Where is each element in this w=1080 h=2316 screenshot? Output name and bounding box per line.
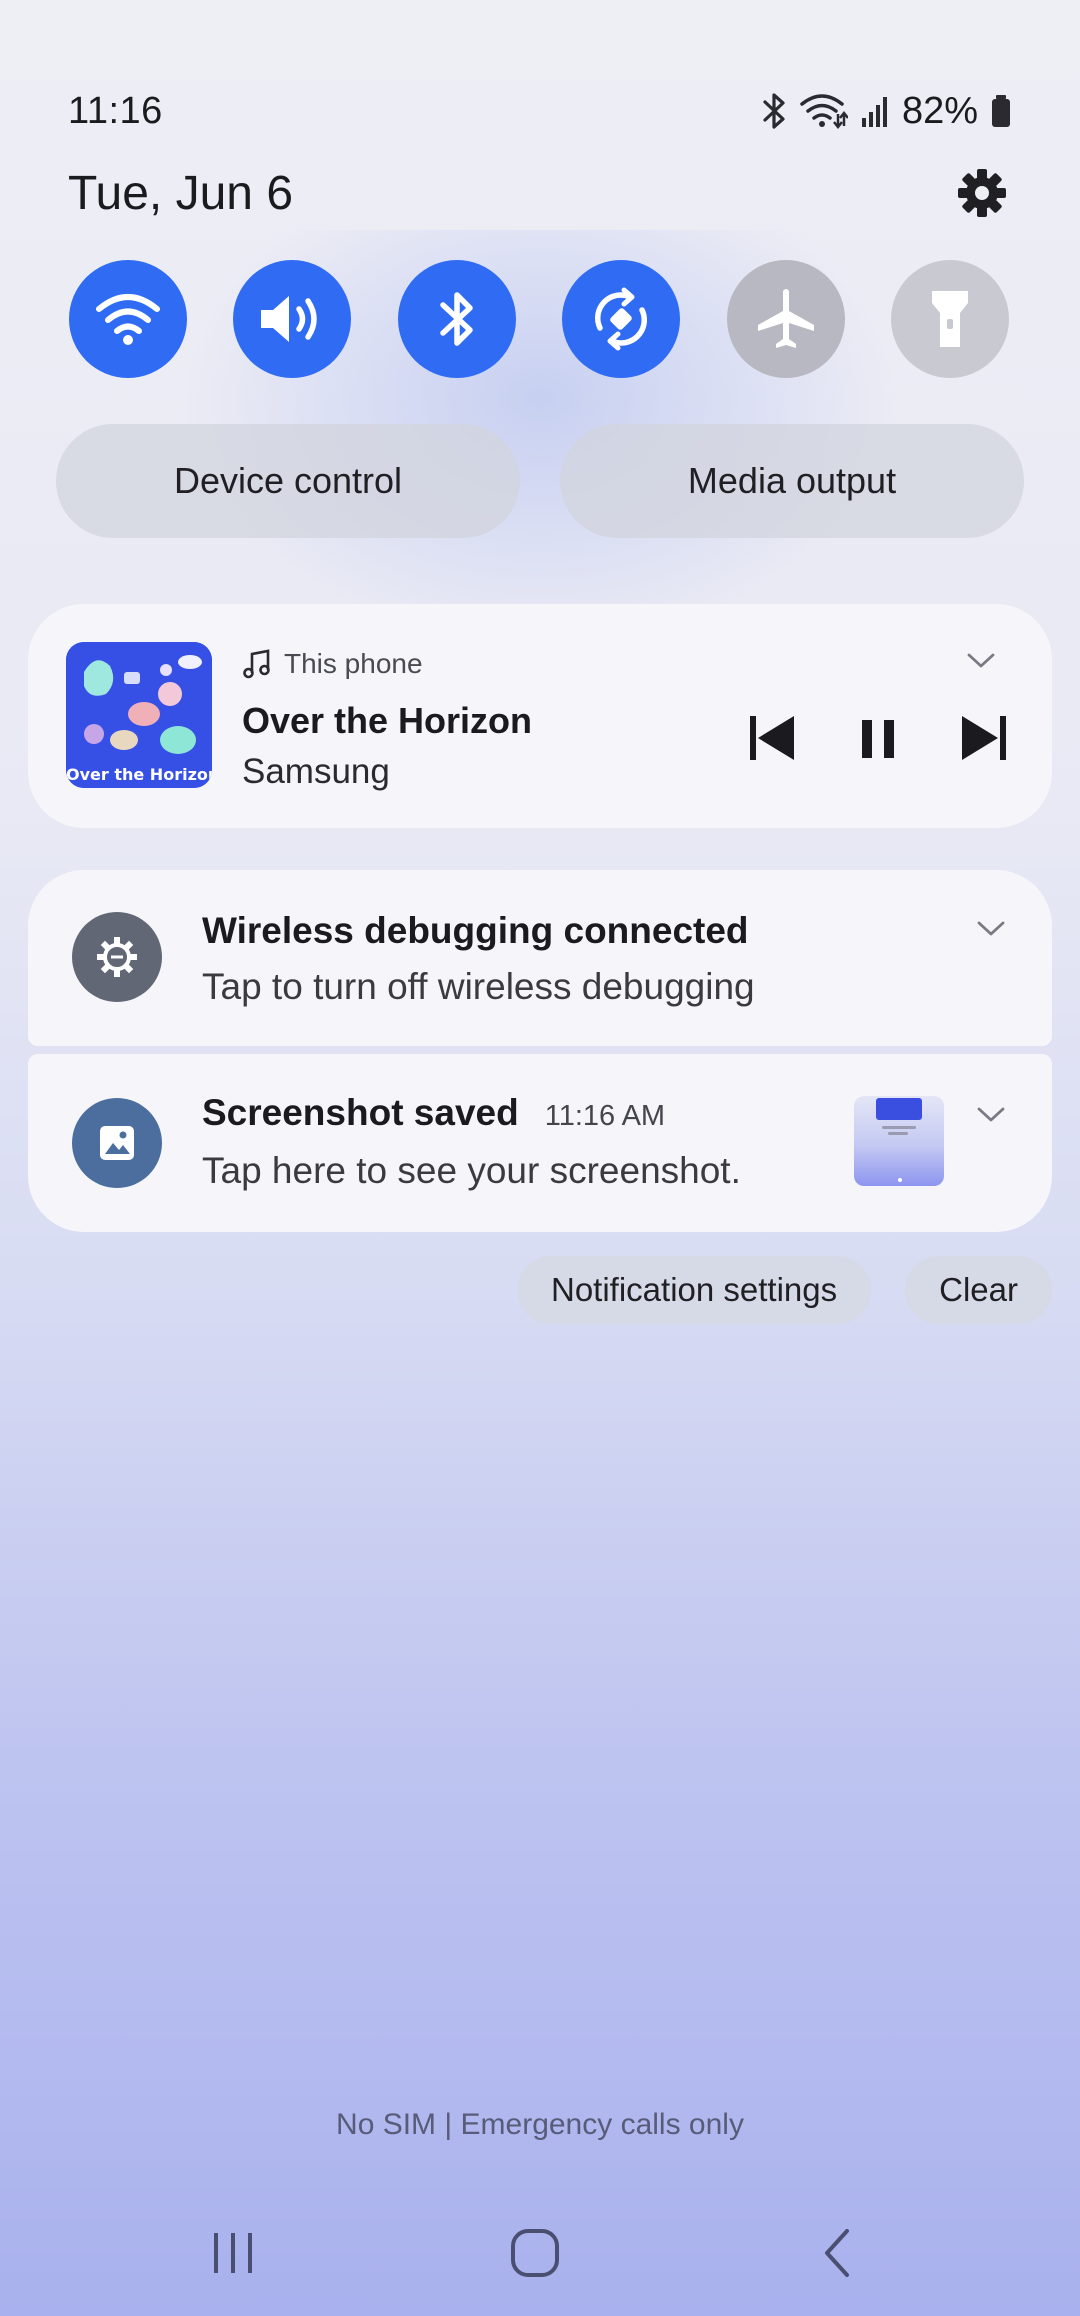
gear-icon: [958, 169, 1006, 217]
media-title: Over the Horizon: [242, 700, 533, 741]
media-source: This phone: [242, 648, 423, 680]
toggle-wifi[interactable]: [69, 260, 187, 378]
navigation-bar: [0, 2218, 1080, 2288]
status-icons: 82%: [762, 90, 1012, 133]
back-button[interactable]: [792, 2218, 882, 2288]
bluetooth-status-icon: [763, 93, 785, 129]
notification-list: Wireless debugging connected Tap to turn…: [28, 870, 1052, 1232]
album-art: Over the Horizon: [66, 642, 212, 788]
notification-wireless-debugging[interactable]: Wireless debugging connected Tap to turn…: [28, 870, 1052, 1046]
quick-toggles: [69, 260, 1009, 378]
status-bar: 11:16 82%: [68, 84, 1012, 138]
chevron-down-icon: [967, 653, 995, 668]
back-icon: [825, 2229, 849, 2277]
sound-icon: [261, 296, 318, 342]
notification-text: Tap here to see your screenshot.: [202, 1150, 741, 1191]
clock: 11:16: [68, 89, 163, 132]
notification-screenshot-saved[interactable]: Screenshot saved 11:16 AM Tap here to se…: [28, 1054, 1052, 1232]
pause-button[interactable]: [858, 712, 898, 769]
pause-icon: [862, 720, 894, 758]
carrier-status: No SIM | Emergency calls only: [336, 2108, 744, 2141]
signal-icon: [861, 97, 887, 127]
notification-expand-button[interactable]: [976, 920, 1006, 943]
date-row: Tue, Jun 6: [68, 160, 1012, 226]
media-controls: [746, 712, 1010, 769]
toggle-flashlight[interactable]: [890, 260, 1009, 378]
battery-icon: [992, 95, 1010, 127]
chevron-down-icon: [977, 921, 1005, 936]
airplane-mode-icon: [757, 289, 814, 348]
device-control-button[interactable]: Device control: [56, 424, 520, 538]
wifi-data-icon: [800, 94, 848, 130]
date-label: Tue, Jun 6: [68, 166, 294, 220]
skip-next-icon: [962, 716, 1006, 760]
recent-apps-icon: [214, 2233, 252, 2273]
media-artist: Samsung: [242, 752, 390, 791]
notification-title: Wireless debugging connected: [202, 910, 749, 951]
media-player-card[interactable]: Over the Horizon This phone Over the Hor…: [28, 604, 1052, 828]
album-art-caption: Over the Horizon: [66, 765, 212, 784]
notification-actions: Notification settings Clear: [517, 1256, 1052, 1324]
toggle-auto-rotate[interactable]: [562, 260, 681, 378]
home-button[interactable]: [490, 2218, 580, 2288]
next-button[interactable]: [958, 712, 1010, 769]
toggle-bluetooth[interactable]: [397, 260, 516, 378]
previous-button[interactable]: [746, 712, 798, 769]
clear-button[interactable]: Clear: [905, 1256, 1052, 1324]
notification-settings-button[interactable]: Notification settings: [517, 1256, 872, 1324]
settings-button[interactable]: [952, 163, 1012, 223]
image-icon: [100, 1126, 134, 1160]
battery-percent: 82%: [901, 89, 978, 132]
skip-previous-icon: [750, 716, 794, 760]
debug-gear-icon: [97, 937, 137, 977]
notification-title: Screenshot saved: [202, 1092, 519, 1133]
media-expand-button[interactable]: [966, 652, 996, 675]
wifi-icon: [96, 294, 160, 345]
bluetooth-icon: [440, 292, 473, 346]
notification-app-icon: [72, 912, 162, 1002]
shortcut-pills: Device control Media output: [56, 424, 1024, 538]
auto-rotate-icon: [595, 287, 648, 351]
toggle-sound[interactable]: [233, 260, 352, 378]
notification-time: 11:16 AM: [544, 1100, 666, 1132]
chevron-down-icon: [977, 1107, 1005, 1122]
notification-app-icon: [72, 1098, 162, 1188]
recent-apps-button[interactable]: [188, 2218, 278, 2288]
notification-text: Tap to turn off wireless debugging: [202, 966, 755, 1007]
notification-expand-button[interactable]: [976, 1106, 1006, 1129]
screenshot-thumbnail[interactable]: [854, 1096, 944, 1186]
flashlight-icon: [931, 291, 968, 347]
notification-title-row: Screenshot saved 11:16 AM: [202, 1092, 665, 1134]
music-note-icon: [243, 649, 270, 679]
toggle-airplane-mode[interactable]: [726, 260, 845, 378]
home-icon: [511, 2229, 559, 2277]
media-source-label: This phone: [284, 648, 423, 679]
media-output-button[interactable]: Media output: [560, 424, 1024, 538]
